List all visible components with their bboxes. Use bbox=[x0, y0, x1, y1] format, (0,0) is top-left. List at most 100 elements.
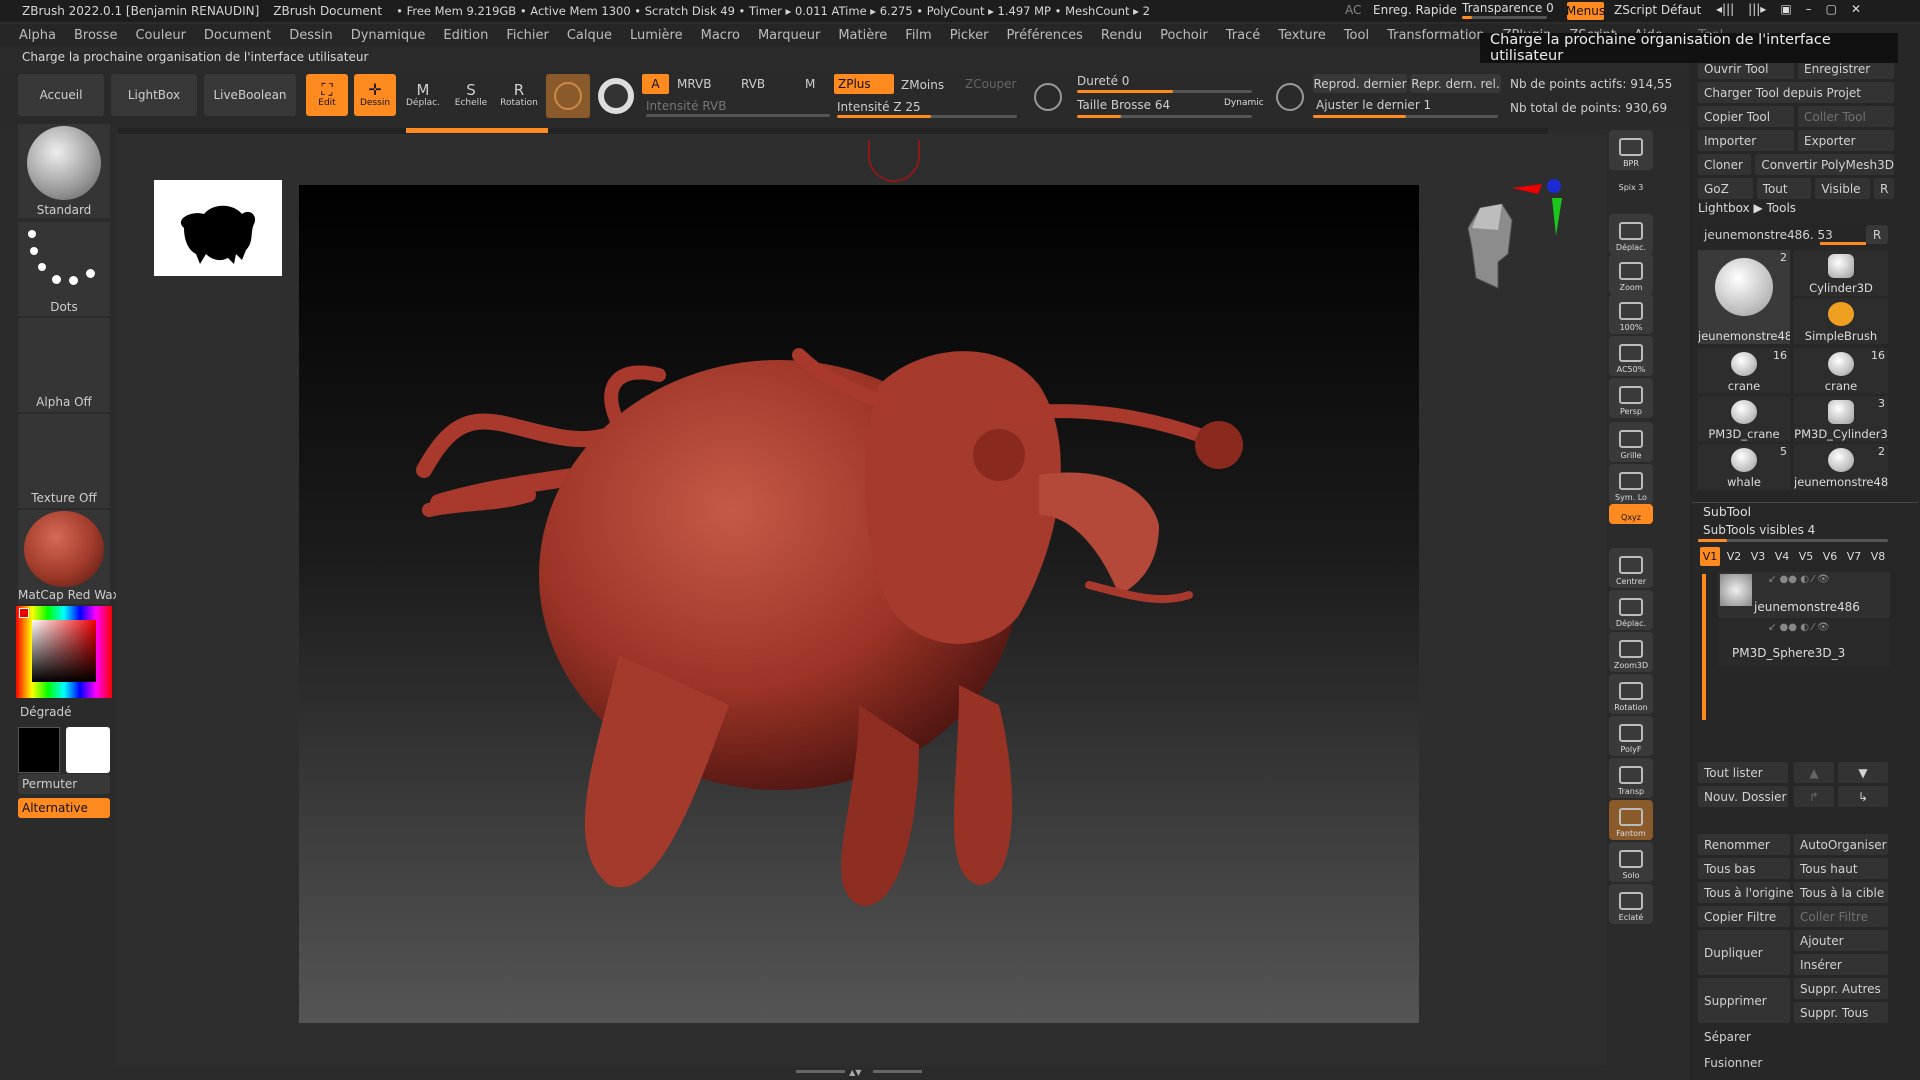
gradient-label[interactable]: Dégradé bbox=[20, 705, 72, 719]
paste-filter-button[interactable]: Coller Filtre bbox=[1794, 906, 1888, 927]
mrgb-button[interactable]: MRVB bbox=[677, 77, 711, 91]
tool-visible-button[interactable]: Visible bbox=[1815, 178, 1871, 199]
tool-coller-tool-button[interactable]: Coller Tool bbox=[1798, 106, 1894, 127]
menu-marqueur[interactable]: Marqueur bbox=[749, 28, 829, 43]
z-intensity-slider[interactable]: Intensité Z 25 bbox=[837, 100, 921, 114]
switch-colors-button[interactable]: Permuter bbox=[18, 774, 110, 794]
delete-button[interactable]: Supprimer bbox=[1698, 978, 1790, 1023]
view-solo-button[interactable]: Solo bbox=[1609, 842, 1653, 882]
tool-thumb-cylinder3d[interactable]: Cylinder3D bbox=[1794, 250, 1888, 296]
d-pivot-icon[interactable] bbox=[1276, 83, 1304, 111]
rename-button[interactable]: Renommer bbox=[1698, 834, 1790, 855]
all-to-target-button[interactable]: Tous à la cible bbox=[1794, 882, 1888, 903]
version-tab-v7[interactable]: V7 bbox=[1844, 547, 1864, 566]
tool-thumb-simplebrush[interactable]: SimpleBrush bbox=[1794, 298, 1888, 344]
duplicate-button[interactable]: Dupliquer bbox=[1698, 930, 1790, 975]
hardness-slider[interactable]: Dureté 0 bbox=[1077, 74, 1129, 88]
menu-macro[interactable]: Macro bbox=[692, 28, 749, 43]
menu-dessin[interactable]: Dessin bbox=[280, 28, 341, 43]
layout-next-icon[interactable]: |||▸ bbox=[1748, 2, 1766, 20]
view-deplac2-button[interactable]: Déplac. bbox=[1609, 590, 1653, 630]
menu-pochoir[interactable]: Pochoir bbox=[1151, 28, 1217, 43]
tool-exporter-button[interactable]: Exporter bbox=[1798, 130, 1894, 151]
brush-slot[interactable]: Standard bbox=[18, 124, 110, 218]
close-icon[interactable]: ✕ bbox=[1851, 2, 1861, 20]
view-centrer-button[interactable]: Centrer bbox=[1609, 548, 1653, 588]
rgb-intensity-slider[interactable]: Intensité RVB bbox=[646, 99, 726, 113]
s-pivot-icon[interactable] bbox=[1034, 83, 1062, 111]
tool-r-button[interactable]: R bbox=[1866, 225, 1888, 244]
autoreorder-button[interactable]: AutoOrganiser bbox=[1794, 834, 1888, 855]
arrow-out-icon[interactable]: ↱ bbox=[1794, 786, 1834, 807]
view-zoom-button[interactable]: Zoom bbox=[1609, 254, 1653, 294]
color-sphere-icon[interactable] bbox=[598, 78, 634, 114]
view-ac50-button[interactable]: AC50% bbox=[1609, 336, 1653, 376]
menu-brosse[interactable]: Brosse bbox=[65, 28, 126, 43]
menu-rendu[interactable]: Rendu bbox=[1092, 28, 1151, 43]
tool-thumb-crane[interactable]: crane 16 bbox=[1698, 348, 1790, 394]
menu-picker[interactable]: Picker bbox=[941, 28, 998, 43]
zcut-button[interactable]: ZCouper bbox=[965, 77, 1016, 91]
all-low-button[interactable]: Tous bas bbox=[1698, 858, 1790, 879]
version-tab-v6[interactable]: V6 bbox=[1820, 547, 1840, 566]
color-picker[interactable] bbox=[16, 606, 112, 698]
menu-mati-re[interactable]: Matière bbox=[829, 28, 896, 43]
version-tab-v4[interactable]: V4 bbox=[1772, 547, 1792, 566]
new-folder-button[interactable]: Nouv. Dossier bbox=[1698, 786, 1788, 807]
material-swatch-button[interactable] bbox=[546, 74, 590, 118]
alternative-button[interactable]: Alternative bbox=[18, 798, 110, 818]
layout-icon[interactable]: ▣ bbox=[1780, 2, 1791, 20]
view-transp-button[interactable]: Transp bbox=[1609, 758, 1653, 798]
menu-trac-[interactable]: Tracé bbox=[1217, 28, 1270, 43]
version-tab-v3[interactable]: V3 bbox=[1748, 547, 1768, 566]
view-sym-button[interactable]: Sym. Lo bbox=[1609, 464, 1653, 504]
view-xyz-button[interactable]: Qxyz bbox=[1609, 504, 1653, 524]
menu-calque[interactable]: Calque bbox=[558, 28, 621, 43]
color-square[interactable] bbox=[32, 620, 96, 682]
brush-size-slider[interactable]: Taille Brosse 64 bbox=[1077, 98, 1170, 112]
menu-transformation[interactable]: Transformation bbox=[1378, 28, 1494, 43]
merge-button[interactable]: Fusionner bbox=[1698, 1052, 1888, 1073]
tool-charger-tool-depuis-projet-button[interactable]: Charger Tool depuis Projet bbox=[1698, 82, 1894, 103]
copy-filter-button[interactable]: Copier Filtre bbox=[1698, 906, 1790, 927]
move-up-icon[interactable]: ▲ bbox=[1794, 762, 1834, 783]
transparency-slider[interactable]: Transparence 0 bbox=[1462, 1, 1554, 15]
delete-all-button[interactable]: Suppr. Tous bbox=[1794, 1002, 1888, 1023]
menu-texture[interactable]: Texture bbox=[1269, 28, 1335, 43]
subtool-item-1[interactable]: ↙ ●● ◐ ⁄ 👁 jeunemonstre486 bbox=[1718, 572, 1890, 618]
view-rotation-button[interactable]: Rotation bbox=[1609, 674, 1653, 714]
subtool-header[interactable]: SubTool bbox=[1703, 504, 1751, 519]
move-button[interactable]: M Déplac. bbox=[402, 74, 444, 116]
menu-alpha[interactable]: Alpha bbox=[10, 28, 65, 43]
menu-edition[interactable]: Edition bbox=[434, 28, 497, 43]
quicksave-button[interactable]: Enreg. Rapide bbox=[1373, 3, 1457, 17]
append-button[interactable]: Ajouter bbox=[1794, 930, 1888, 951]
layout-prev-icon[interactable]: ◂||| bbox=[1716, 2, 1734, 20]
a-button[interactable]: A bbox=[642, 74, 669, 94]
visible-subtools-slider[interactable]: SubTools visibles 4 bbox=[1703, 523, 1815, 537]
stroke-slot[interactable]: Dots bbox=[18, 222, 110, 316]
tool-cloner-button[interactable]: Cloner bbox=[1698, 154, 1752, 175]
menu-fichier[interactable]: Fichier bbox=[497, 28, 558, 43]
material-slot[interactable]: MatCap Red Wax bbox=[18, 510, 120, 604]
zadd-button[interactable]: ZPlus bbox=[834, 74, 894, 94]
all-to-origin-button[interactable]: Tous à l'origine bbox=[1698, 882, 1794, 903]
menus-toggle[interactable]: Menus bbox=[1566, 2, 1605, 20]
menu-couleur[interactable]: Couleur bbox=[126, 28, 194, 43]
view-deplac-button[interactable]: Déplac. bbox=[1609, 214, 1653, 254]
lightbox-tools-link[interactable]: Lightbox ▶ Tools bbox=[1698, 201, 1796, 215]
version-tab-v8[interactable]: V8 bbox=[1868, 547, 1888, 566]
tool-thumb-pm3d-crane[interactable]: PM3D_crane bbox=[1698, 396, 1790, 442]
version-tab-v1[interactable]: V1 bbox=[1700, 547, 1720, 566]
view-spix-button[interactable]: Spix 3 bbox=[1609, 176, 1653, 194]
liveboolean-button[interactable]: LiveBoolean bbox=[204, 74, 296, 116]
replay-last-rel-button[interactable]: Repr. dern. rel. bbox=[1410, 74, 1501, 93]
tool-thumb-jeunemonstre48[interactable]: jeunemonstre48 2 bbox=[1794, 444, 1888, 490]
edit-button[interactable]: ⛶ Edit bbox=[306, 74, 348, 116]
bottom-handle[interactable]: ▲▼ bbox=[796, 1069, 923, 1078]
draw-button[interactable]: ✛ Dessin bbox=[354, 74, 396, 116]
view-grille-button[interactable]: Grille bbox=[1609, 422, 1653, 462]
menu-tool[interactable]: Tool bbox=[1335, 28, 1378, 43]
split-button[interactable]: Séparer bbox=[1698, 1026, 1888, 1047]
view-fantom-button[interactable]: Fantom bbox=[1609, 800, 1653, 840]
